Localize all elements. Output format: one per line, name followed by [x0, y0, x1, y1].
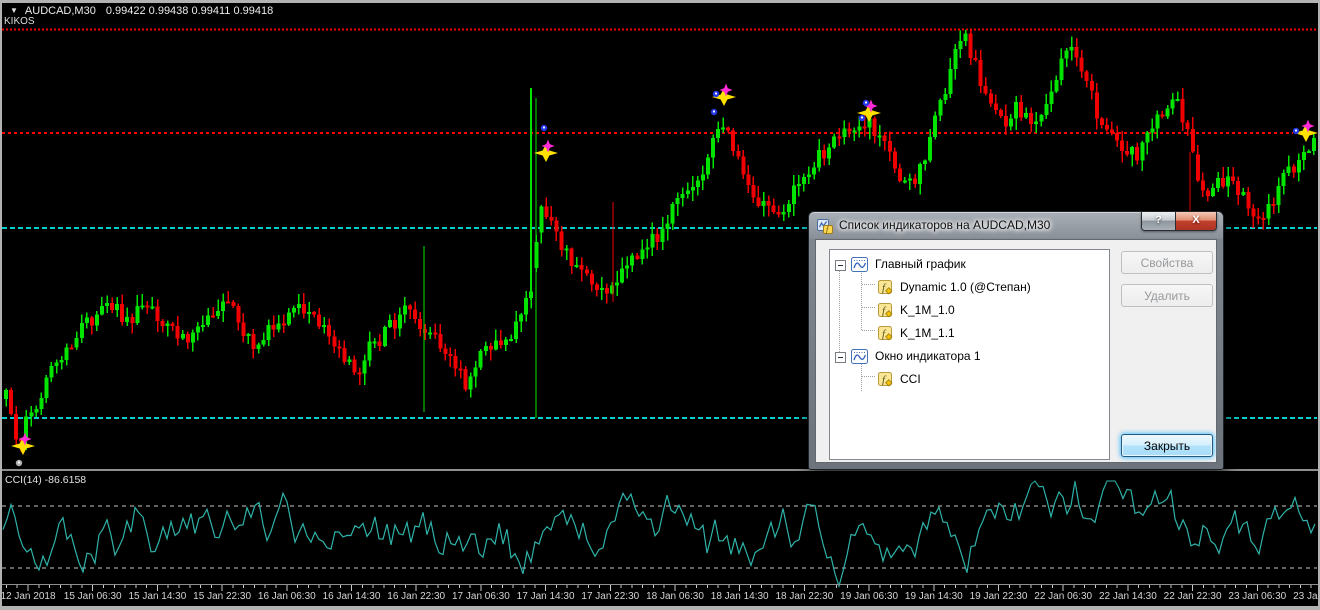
tree-item-cci[interactable]: f CCI: [830, 368, 1109, 391]
function-icon: f: [878, 326, 893, 344]
dialog-titlebar[interactable]: f Список индикаторов на AUDCAD,M30 ? X: [809, 212, 1223, 239]
time-axis-label: 23 Jan 06:30: [1228, 591, 1286, 602]
collapse-box-icon[interactable]: [835, 352, 846, 363]
time-axis-label: 16 Jan 14:30: [323, 591, 381, 602]
time-axis-label: 23 Jan 14:30: [1293, 591, 1320, 602]
indicator-name-label: KIKOS: [4, 16, 35, 27]
ohlc-values: 0.99422 0.99438 0.99411 0.99418: [106, 5, 273, 17]
chart-window-icon: [851, 257, 868, 275]
time-axis-label: 22 Jan 06:30: [1034, 591, 1092, 602]
window-frame-top: [0, 0, 1320, 3]
tree-item-label: K_1M_1.0: [900, 303, 955, 317]
tree-item-k-1m-1-0[interactable]: f K_1M_1.0: [830, 299, 1109, 322]
help-button[interactable]: ?: [1142, 212, 1176, 230]
time-axis-separator: [0, 584, 1320, 585]
time-axis-label: 18 Jan 14:30: [711, 591, 769, 602]
time-axis-label: 19 Jan 06:30: [840, 591, 898, 602]
indicators-list-icon: f: [817, 218, 833, 234]
tree-item-главный-график[interactable]: Главный график: [830, 253, 1109, 276]
tree-item-окно-индикатора-1[interactable]: Окно индикатора 1: [830, 345, 1109, 368]
cci-value-label: CCI(14) -86.6158: [5, 474, 86, 486]
collapse-box-icon[interactable]: [835, 260, 846, 271]
time-axis-label: 22 Jan 14:30: [1099, 591, 1157, 602]
properties-button[interactable]: Свойства: [1121, 251, 1213, 274]
tree-item-label: CCI: [900, 372, 921, 386]
tree-item-dynamic-1-0-степан-[interactable]: f Dynamic 1.0 (@Степан): [830, 276, 1109, 299]
symbol-label: AUDCAD,M30: [25, 5, 96, 17]
time-axis-label: 16 Jan 06:30: [258, 591, 316, 602]
delete-button[interactable]: Удалить: [1121, 284, 1213, 307]
dialog-title: Список индикаторов на AUDCAD,M30: [839, 218, 1050, 232]
time-axis-label: 17 Jan 14:30: [517, 591, 575, 602]
tree-item-label: Dynamic 1.0 (@Степан): [900, 280, 1031, 294]
terminal-window: ▼ AUDCAD,M30 0.99422 0.99438 0.99411 0.994…: [0, 0, 1320, 610]
time-axis-label: 19 Jan 14:30: [905, 591, 963, 602]
time-axis-label: 22 Jan 22:30: [1164, 591, 1222, 602]
time-axis-label: 19 Jan 22:30: [970, 591, 1028, 602]
chart-window-icon: [851, 349, 868, 367]
indicators-dialog: f Список индикаторов на AUDCAD,M30 ? X Г…: [808, 211, 1224, 470]
function-icon: f: [878, 303, 893, 321]
time-axis-label: 17 Jan 22:30: [581, 591, 639, 602]
window-frame-left: [0, 0, 2, 610]
dialog-client-area: Главный график f Dynamic 1.0 (@Степан) f K_1…: [815, 239, 1217, 463]
time-axis-label: 18 Jan 22:30: [775, 591, 833, 602]
tree-item-k-1m-1-1[interactable]: f K_1M_1.1: [830, 322, 1109, 345]
close-dialog-button[interactable]: Закрыть: [1121, 434, 1213, 457]
indicators-tree[interactable]: Главный график f Dynamic 1.0 (@Степан) f K_1…: [829, 249, 1110, 460]
tree-item-label: Главный график: [875, 257, 966, 271]
time-axis-label: 18 Jan 06:30: [646, 591, 704, 602]
function-icon: f: [878, 372, 893, 390]
time-axis-label: 17 Jan 06:30: [452, 591, 510, 602]
time-axis-label: 15 Jan 22:30: [193, 591, 251, 602]
chart-header: ▼ AUDCAD,M30 0.99422 0.99438 0.99411 0.994…: [10, 5, 273, 17]
function-icon: f: [878, 280, 893, 298]
symbol-dropdown-arrow-icon[interactable]: ▼: [10, 6, 18, 15]
time-axis-label: 12 Jan 2018: [0, 591, 55, 602]
close-icon[interactable]: X: [1176, 212, 1216, 230]
time-axis-label: 16 Jan 22:30: [387, 591, 445, 602]
time-axis-label: 15 Jan 06:30: [64, 591, 122, 602]
window-frame-bottom: [0, 606, 1320, 610]
tree-item-label: K_1M_1.1: [900, 326, 955, 340]
tree-item-label: Окно индикатора 1: [875, 349, 981, 363]
time-axis-label: 15 Jan 14:30: [128, 591, 186, 602]
time-axis[interactable]: 12 Jan 2018 15 Jan 06:30 15 Jan 14:30 15 Ja…: [0, 591, 1320, 605]
